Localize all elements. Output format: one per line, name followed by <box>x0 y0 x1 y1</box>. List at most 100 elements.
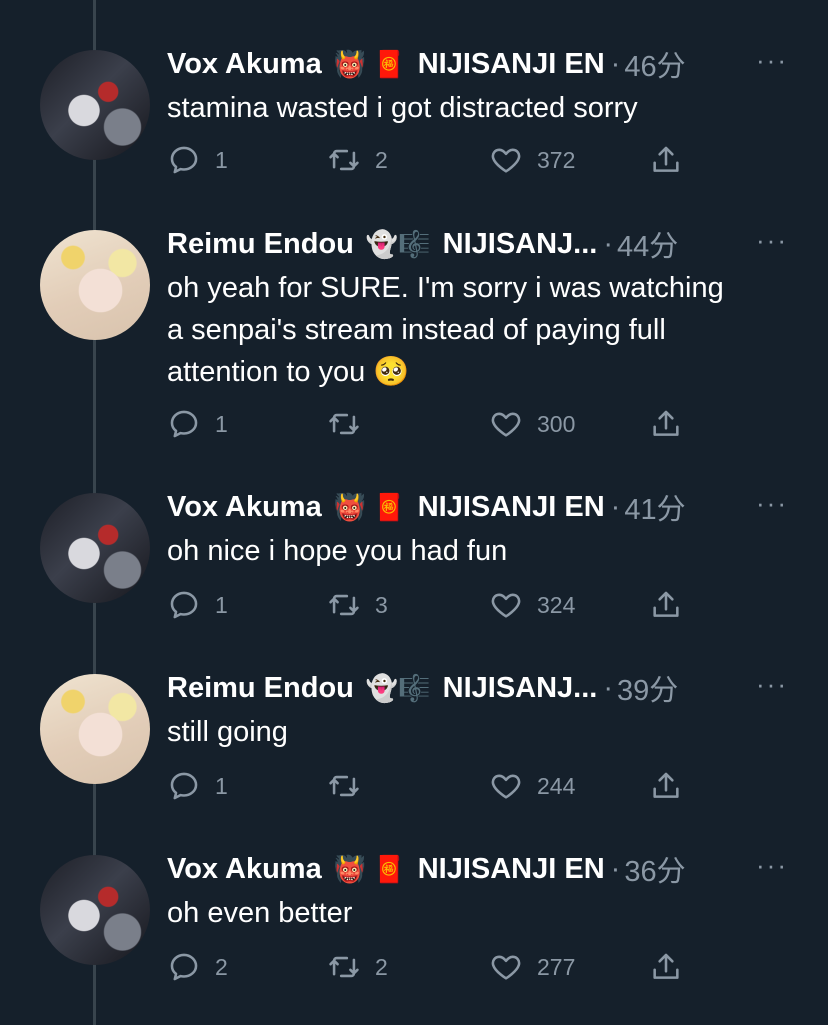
like-count: 277 <box>537 953 576 980</box>
tweet-text-line: attention to you 🥺 <box>167 356 410 388</box>
retweet-count: 2 <box>375 953 388 980</box>
tweet-header: Vox Akuma 👹 🧧 NIJISANJI EN · 46分 ··· <box>167 45 788 83</box>
tweet-actions: 2 2 277 <box>167 950 687 986</box>
author-badge-emoji: 👹 🧧 <box>333 853 406 884</box>
more-options-icon[interactable]: ··· <box>756 45 788 76</box>
reply-icon <box>170 591 198 619</box>
tweet-text-line: oh nice i hope you had fun <box>167 535 508 567</box>
reply-count: 2 <box>215 953 228 980</box>
reply-icon <box>170 953 198 981</box>
reply-button[interactable]: 1 <box>167 588 228 622</box>
more-options-icon[interactable]: ··· <box>756 225 788 256</box>
heart-icon <box>491 955 521 980</box>
reply-count: 1 <box>215 772 228 799</box>
author-affiliation: NIJISANJI EN <box>417 490 605 523</box>
like-button[interactable]: 324 <box>489 588 575 622</box>
reply-button[interactable]: 1 <box>167 769 228 803</box>
reply-button[interactable]: 1 <box>167 143 228 177</box>
share-icon <box>653 591 679 617</box>
share-button[interactable] <box>649 143 683 177</box>
author-affiliation: NIJISANJ... <box>442 671 598 704</box>
avatar[interactable] <box>40 855 150 965</box>
timestamp[interactable]: 44分 <box>617 223 678 265</box>
timestamp[interactable]: 41分 <box>624 486 685 528</box>
author-name[interactable]: Vox Akuma <box>167 48 322 81</box>
tweet-header: Reimu Endou 👻🎼 NIJISANJ... · 39分 ··· <box>167 669 788 707</box>
like-count: 324 <box>537 591 576 618</box>
author-badge-emoji: 👹 🧧 <box>333 48 406 79</box>
avatar[interactable] <box>40 674 150 784</box>
share-button[interactable] <box>649 588 683 622</box>
like-count: 372 <box>537 146 576 173</box>
share-icon <box>653 953 679 979</box>
separator-dot: · <box>603 227 614 260</box>
reply-button[interactable]: 1 <box>167 407 228 441</box>
tweet-actions: 1 300 <box>167 407 687 443</box>
retweet-icon <box>329 956 359 978</box>
heart-icon <box>491 412 521 437</box>
tweet-text-line: oh yeah for SURE. I'm sorry i was watchi… <box>167 272 724 304</box>
author-name[interactable]: Reimu Endou <box>167 672 354 705</box>
more-options-icon[interactable]: ··· <box>756 850 788 881</box>
separator-dot: · <box>610 490 621 523</box>
author-badge-emoji: 👻🎼 <box>365 228 431 259</box>
reply-icon <box>170 410 198 438</box>
author-badge-emoji: 👹 🧧 <box>333 491 406 522</box>
share-button[interactable] <box>649 407 683 441</box>
more-options-icon[interactable]: ··· <box>756 488 788 519</box>
tweet-text: oh even better <box>167 892 788 934</box>
share-icon <box>653 410 679 436</box>
share-icon <box>653 146 679 172</box>
retweet-button[interactable]: 2 <box>327 950 388 984</box>
tweet-actions: 1 244 <box>167 769 687 805</box>
retweet-button[interactable]: 2 <box>327 143 388 177</box>
share-button[interactable] <box>649 950 683 984</box>
like-button[interactable]: 277 <box>489 950 575 984</box>
retweet-count: 3 <box>375 591 388 618</box>
tweet-text: oh yeah for SURE. I'm sorry i was watchi… <box>167 267 788 393</box>
avatar[interactable] <box>40 230 150 340</box>
separator-dot: · <box>610 852 621 885</box>
tweet-text-line: oh even better <box>167 897 353 929</box>
reply-icon <box>170 146 198 174</box>
timestamp[interactable]: 46分 <box>624 43 685 85</box>
retweet-button[interactable]: 3 <box>327 588 388 622</box>
retweet-icon <box>329 775 359 797</box>
timestamp[interactable]: 39分 <box>617 667 678 709</box>
retweet-icon <box>329 413 359 435</box>
tweet-header: Vox Akuma 👹 🧧 NIJISANJI EN · 41分 ··· <box>167 488 788 526</box>
reply-button[interactable]: 2 <box>167 950 228 984</box>
heart-icon <box>491 148 521 173</box>
separator-dot: · <box>610 47 621 80</box>
author-name[interactable]: Vox Akuma <box>167 853 322 886</box>
tweet-text: still going <box>167 711 788 753</box>
retweet-button[interactable] <box>327 407 375 441</box>
like-button[interactable]: 372 <box>489 143 575 177</box>
like-button[interactable]: 300 <box>489 407 575 441</box>
tweet-header: Reimu Endou 👻🎼 NIJISANJ... · 44分 ··· <box>167 225 788 263</box>
reply-icon <box>170 772 198 800</box>
like-button[interactable]: 244 <box>489 769 575 803</box>
tweet-text: oh nice i hope you had fun <box>167 530 788 572</box>
timestamp[interactable]: 36分 <box>624 848 685 890</box>
author-name[interactable]: Vox Akuma <box>167 491 322 524</box>
share-icon <box>653 772 679 798</box>
retweet-icon <box>329 594 359 616</box>
author-name[interactable]: Reimu Endou <box>167 228 354 261</box>
avatar[interactable] <box>40 50 150 160</box>
tweet-actions: 1 2 372 <box>167 143 687 179</box>
more-options-icon[interactable]: ··· <box>756 669 788 700</box>
avatar[interactable] <box>40 493 150 603</box>
tweet-text: stamina wasted i got distracted sorry <box>167 87 788 129</box>
share-button[interactable] <box>649 769 683 803</box>
author-affiliation: NIJISANJI EN <box>417 852 605 885</box>
tweet-text-line: still going <box>167 716 288 748</box>
tweet-text-line: a senpai's stream instead of paying full <box>167 314 666 346</box>
retweet-button[interactable] <box>327 769 375 803</box>
tweet-actions: 1 3 324 <box>167 588 687 624</box>
reply-count: 1 <box>215 410 228 437</box>
retweet-icon <box>329 149 359 171</box>
author-affiliation: NIJISANJI EN <box>417 47 605 80</box>
like-count: 244 <box>537 772 576 799</box>
like-count: 300 <box>537 410 576 437</box>
